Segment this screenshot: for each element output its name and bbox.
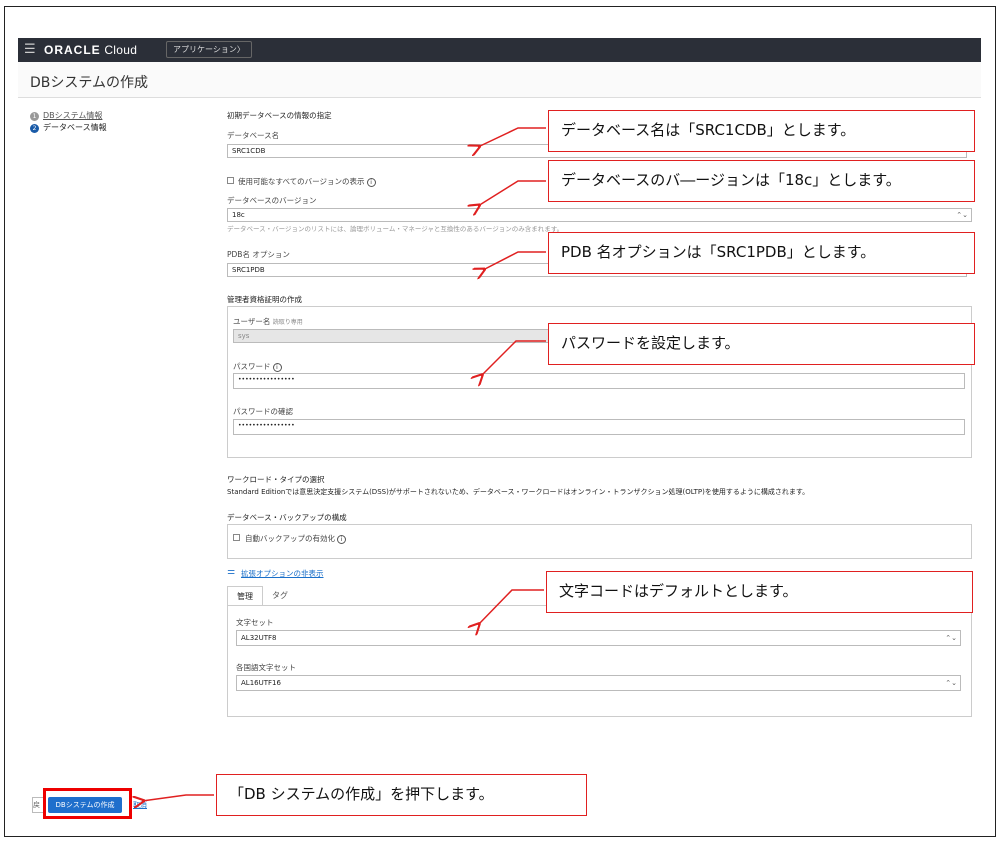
show-all-versions-row: 使用可能なすべてのバージョンの表示 i: [238, 176, 376, 187]
oracle-cloud-logo[interactable]: ORACLE Cloud: [44, 42, 137, 58]
show-all-versions-label: 使用可能なすべてのバージョンの表示: [238, 177, 365, 186]
step-db-system-info[interactable]: 1 DBシステム情報: [30, 110, 107, 122]
step-label: DBシステム情報: [43, 111, 103, 120]
db-version-label: データベースのバージョン: [227, 196, 317, 205]
step-database-info[interactable]: 2 データベース情報: [30, 122, 107, 134]
ncharset-select[interactable]: AL16UTF16 ⌃⌄: [236, 675, 961, 691]
password-confirm-input[interactable]: ••••••••••••••••: [233, 419, 965, 435]
charset-select[interactable]: AL32UTF8 ⌃⌄: [236, 630, 961, 646]
page-title: DBシステムの作成: [30, 75, 148, 91]
step-number-2: 2: [30, 123, 39, 133]
info-icon[interactable]: i: [337, 534, 346, 544]
charset-label: 文字セット: [236, 618, 274, 627]
db-name-label: データベース名: [227, 131, 280, 140]
callout-create: 「DB システムの作成」を押下します。: [216, 774, 587, 816]
ncharset-label: 各国語文字セット: [236, 663, 296, 672]
advanced-tabs: 管理 タグ: [227, 586, 297, 606]
admin-credentials-label: 管理者資格証明の作成: [227, 295, 302, 304]
section-initial-db: 初期データベースの情報の指定: [227, 111, 332, 120]
charset-value: AL32UTF8: [241, 634, 277, 642]
pdb-name-label: PDB名 オプション: [227, 250, 290, 259]
hide-advanced-options-link[interactable]: 拡張オプションの非表示: [241, 568, 324, 579]
info-icon[interactable]: i: [272, 362, 282, 372]
wizard-steps: 1 DBシステム情報 2 データベース情報: [30, 110, 107, 134]
readonly-tag: 読取り専用: [272, 319, 303, 326]
info-icon[interactable]: i: [366, 177, 376, 187]
applications-button[interactable]: アプリケーション〉: [166, 41, 252, 58]
advanced-tab-panel: [227, 605, 972, 717]
select-arrows-icon: ⌃⌄: [956, 211, 968, 219]
username-input: sys: [233, 329, 553, 343]
page-header: DBシステムの作成: [18, 62, 981, 98]
username-label-row: ユーザー名 読取り専用: [233, 316, 303, 327]
ncharset-value: AL16UTF16: [241, 679, 281, 687]
auto-backup-row: 自動バックアップの有効化 i: [245, 533, 346, 544]
password-confirm-label: パスワードの確認: [233, 407, 293, 416]
tab-management[interactable]: 管理: [227, 586, 263, 606]
callout-db-name: データベース名は「SRC1CDB」とします。: [548, 110, 975, 152]
auto-backup-checkbox[interactable]: [233, 534, 240, 541]
workload-description: Standard Editionでは意思決定支援システム(DSS)がサポートされ…: [227, 488, 810, 496]
highlight-box: [43, 788, 132, 819]
db-version-note: データベース・バージョンのリストには、論理ボリューム・マネージャと互換性のあるバ…: [227, 225, 564, 233]
step-label: データベース情報: [43, 123, 107, 132]
callout-pdb-name: PDB 名オプションは「SRC1PDB」とします。: [548, 232, 975, 274]
show-all-versions-checkbox[interactable]: [227, 177, 234, 184]
step-number-1: 1: [30, 111, 39, 121]
callout-password: パスワードを設定します。: [548, 323, 975, 365]
password-label-row: パスワード i: [233, 361, 282, 372]
select-arrows-icon: ⌃⌄: [945, 634, 957, 642]
select-arrows-icon: ⌃⌄: [945, 679, 957, 687]
username-label: ユーザー名: [233, 317, 271, 326]
callout-charset: 文字コードはデフォルトとします。: [546, 571, 973, 613]
auto-backup-label: 自動バックアップの有効化: [245, 534, 335, 543]
sliders-icon: ⚌: [227, 567, 236, 577]
db-version-select[interactable]: 18c ⌃⌄: [227, 208, 972, 222]
callout-db-version: データベースのバ―ージョンは「18c」とします。: [548, 160, 975, 202]
db-version-value: 18c: [232, 211, 245, 219]
hamburger-menu-icon[interactable]: ☰: [24, 42, 36, 58]
password-label: パスワード: [233, 362, 271, 371]
top-navigation-bar: ☰ ORACLE Cloud アプリケーション〉: [18, 38, 981, 62]
password-input[interactable]: ••••••••••••••••: [233, 373, 965, 389]
backup-config-label: データベース・バックアップの構成: [227, 513, 347, 522]
cancel-link[interactable]: 取消: [133, 800, 147, 810]
tab-tags[interactable]: タグ: [263, 586, 297, 606]
workload-label: ワークロード・タイプの選択: [227, 475, 325, 484]
